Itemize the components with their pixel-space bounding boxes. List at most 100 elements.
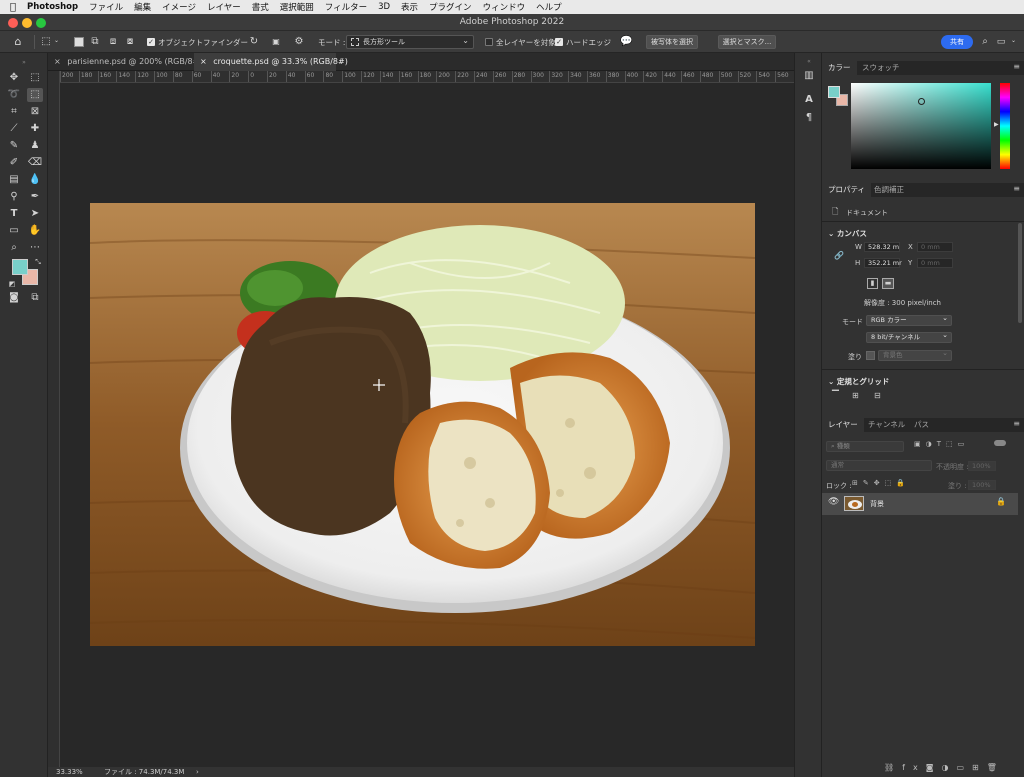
bit-depth-select[interactable]: 8 bit/チャンネル	[866, 331, 952, 343]
type-tool-icon[interactable]: T	[6, 207, 22, 221]
tab-color[interactable]: カラー	[822, 61, 857, 75]
subtract-selection-icon[interactable]: ⧈	[107, 36, 119, 48]
tab-paths[interactable]: パス	[908, 418, 935, 432]
tab-properties[interactable]: プロパティ	[822, 183, 872, 197]
blend-mode-select[interactable]: 通常	[826, 460, 932, 471]
grid-icon[interactable]: ⊞	[852, 391, 859, 400]
color-fg-swatch[interactable]	[828, 86, 840, 98]
layer-filter-icons[interactable]: ▣◑T⬚▭	[914, 440, 969, 448]
panel-menu-icon[interactable]: ≡	[1013, 419, 1020, 428]
path-selection-icon[interactable]: ➤	[27, 207, 43, 221]
refresh-icon[interactable]: ↻	[248, 36, 260, 48]
menu-3d[interactable]: 3D	[378, 2, 390, 12]
add-selection-icon[interactable]: ⧉	[89, 36, 101, 48]
guides-icon[interactable]: ⊟	[874, 391, 881, 400]
gradient-tool-icon[interactable]: ▤	[6, 173, 22, 187]
panel-menu-icon[interactable]: ≡	[1013, 184, 1020, 193]
swap-colors-icon[interactable]: ⤡	[30, 255, 46, 269]
character-panel-icon[interactable]: A	[801, 93, 817, 107]
menu-image[interactable]: イメージ	[162, 1, 196, 13]
object-selection-tool-icon[interactable]: ⬚	[40, 36, 52, 48]
gear-icon[interactable]: ⚙	[293, 36, 305, 48]
height-field[interactable]: 352.21 mr	[864, 258, 902, 268]
tab-parisienne[interactable]: × parisienne.psd @ 200% (RGB/8#)	[48, 53, 202, 71]
eraser-tool-icon[interactable]: ⌫	[27, 156, 43, 170]
new-selection-icon[interactable]	[74, 37, 84, 47]
lock-options-icons[interactable]: ⊞✎✥⬚🔒	[852, 479, 910, 487]
show-all-objects-icon[interactable]: ▣	[270, 36, 282, 48]
tab-adjustments[interactable]: 色調補正	[868, 183, 910, 197]
hard-edge-checkbox[interactable]: ✓	[555, 38, 563, 46]
rectangle-tool-icon[interactable]: ▭	[6, 224, 22, 238]
menu-filter[interactable]: フィルター	[325, 1, 367, 13]
color-mode-select[interactable]: RGB カラー	[866, 314, 952, 326]
width-field[interactable]: 528.32 m	[864, 242, 900, 252]
brush-tool-icon[interactable]: ✎	[6, 139, 22, 153]
hand-tool-icon[interactable]: ✋	[27, 224, 43, 238]
tab-channels[interactable]: チャンネル	[862, 418, 911, 432]
menu-app-name[interactable]: Photoshop	[27, 2, 78, 12]
x-field[interactable]: 0 mm	[917, 242, 953, 252]
menu-type[interactable]: 書式	[252, 1, 269, 13]
tab-close-icon[interactable]: ×	[200, 57, 207, 66]
tab-close-icon[interactable]: ×	[54, 57, 61, 66]
apple-icon[interactable]: 	[10, 2, 16, 13]
collapse-arrows-icon[interactable]: «	[801, 55, 817, 69]
artboard-tool-icon[interactable]: ⬚	[27, 71, 43, 85]
foreground-color-swatch-front[interactable]	[12, 259, 28, 275]
mode-select[interactable]: 長方形ツール ⌄	[346, 35, 474, 49]
layer-row[interactable]: 👁 背景 🔒	[822, 493, 1018, 515]
tab-layers[interactable]: レイヤー	[822, 418, 864, 432]
menu-select[interactable]: 選択範囲	[280, 1, 314, 13]
object-finder-checkbox[interactable]: ✓	[147, 38, 155, 46]
hue-slider-pointer-icon[interactable]: ▶	[994, 121, 999, 128]
fill-select[interactable]: 背景色	[878, 349, 952, 361]
filter-toggle[interactable]	[994, 440, 1006, 446]
ruler-units-icon[interactable]: ▔	[832, 391, 839, 401]
collapse-arrows-icon[interactable]: »	[16, 56, 32, 70]
menu-window[interactable]: ウィンドウ	[483, 1, 526, 13]
object-selection-tool-icon[interactable]: ⬚	[27, 88, 43, 102]
search-icon[interactable]: ⌕	[979, 36, 991, 48]
history-brush-icon[interactable]: ✐	[6, 156, 22, 170]
color-field[interactable]	[851, 83, 991, 169]
pen-tool-icon[interactable]: ✒	[27, 190, 43, 204]
opacity-field[interactable]: 100%	[968, 461, 996, 471]
zoom-level[interactable]: 33.33%	[56, 767, 83, 777]
menu-plugins[interactable]: プラグイン	[429, 1, 472, 13]
rulers-grid-section-title[interactable]: ⌄ 定規とグリッド	[828, 376, 889, 387]
menu-help[interactable]: ヘルプ	[536, 1, 562, 13]
tab-swatches[interactable]: スウォッチ	[856, 61, 906, 75]
all-layers-checkbox[interactable]	[485, 38, 493, 46]
workspace-icon[interactable]: ▭	[995, 36, 1007, 48]
tool-preset-chevron-icon[interactable]: ⌄	[54, 37, 59, 44]
healing-brush-icon[interactable]: ✚	[27, 122, 43, 136]
properties-scrollbar[interactable]	[1018, 223, 1022, 323]
quick-mask-icon[interactable]: ◙	[6, 291, 22, 305]
lasso-tool-icon[interactable]: ➰	[6, 88, 22, 102]
intersect-selection-icon[interactable]: ⧇	[124, 36, 136, 48]
zoom-tool-icon[interactable]: ⌕	[6, 241, 22, 255]
portrait-icon[interactable]: ▮	[867, 278, 878, 289]
select-and-mask-button[interactable]: 選択とマスク...	[718, 35, 776, 49]
y-field[interactable]: 0 mm	[917, 258, 953, 268]
landscape-icon[interactable]: ▬	[882, 278, 894, 289]
canvas-section-title[interactable]: ⌄ カンバス	[828, 228, 867, 239]
share-button[interactable]: 共有	[941, 35, 973, 49]
layers-footer-icons[interactable]: ⛓fx◙◑▭⊞🗑	[884, 763, 1005, 772]
move-tool-icon[interactable]: ✥	[6, 71, 22, 85]
crop-tool-icon[interactable]: ⌗	[6, 105, 22, 119]
layer-filter-select[interactable]: ⌕ 種類	[826, 441, 904, 452]
speech-bubble-icon[interactable]: 💬	[620, 36, 632, 48]
history-panel-icon[interactable]: ▥	[801, 69, 817, 83]
screen-mode-icon[interactable]: ⧉	[27, 291, 43, 305]
panel-menu-icon[interactable]: ≡	[1013, 62, 1020, 71]
menu-file[interactable]: ファイル	[89, 1, 123, 13]
home-icon[interactable]: ⌂	[12, 36, 24, 48]
select-subject-button[interactable]: 被写体を選択	[646, 35, 698, 49]
fill-percent-field[interactable]: 100%	[968, 480, 996, 490]
default-colors-icon[interactable]: ◩	[4, 277, 20, 291]
link-icon[interactable]: 🔗	[834, 251, 844, 260]
menu-edit[interactable]: 編集	[134, 1, 151, 13]
workspace-chevron-icon[interactable]: ⌄	[1011, 37, 1016, 44]
